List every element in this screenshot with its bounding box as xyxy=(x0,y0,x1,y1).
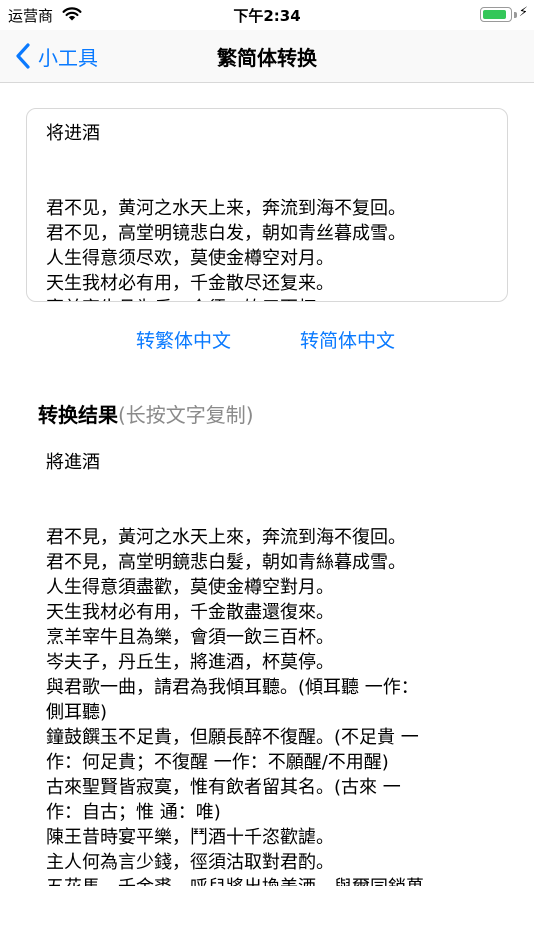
page-title: 繁简体转换 xyxy=(217,46,317,70)
source-text[interactable]: 将进酒 君不见，黄河之水天上来，奔流到海不复回。 君不见，高堂明镜悲白发，朝如青… xyxy=(46,121,496,301)
battery-icon xyxy=(480,7,512,22)
battery-cap xyxy=(514,12,517,18)
result-title: 转换结果 xyxy=(38,403,118,427)
source-text-input[interactable]: 将进酒 君不见，黄河之水天上来，奔流到海不复回。 君不见，高堂明镜悲白发，朝如青… xyxy=(26,108,508,302)
result-header: 转换结果(长按文字复制) xyxy=(38,399,254,428)
result-area[interactable]: 將進酒 君不見，黃河之水天上來，奔流到海不復回。 君不見，高堂明鏡悲白髮，朝如青… xyxy=(46,450,516,886)
battery-level xyxy=(483,10,507,19)
result-text[interactable]: 將進酒 君不見，黃河之水天上來，奔流到海不復回。 君不見，高堂明鏡悲白髮，朝如青… xyxy=(46,450,516,886)
charging-bolt-icon: ⚡ xyxy=(518,5,528,20)
status-bar: 运营商 下午2:34 ⚡ xyxy=(0,0,534,30)
status-time: 下午2:34 xyxy=(233,7,301,25)
to-traditional-button[interactable]: 转繁体中文 xyxy=(136,326,231,353)
navigation-bar: 小工具 繁简体转换 xyxy=(0,30,534,83)
result-hint: (长按文字复制) xyxy=(118,403,254,427)
to-simplified-button[interactable]: 转简体中文 xyxy=(300,326,395,353)
